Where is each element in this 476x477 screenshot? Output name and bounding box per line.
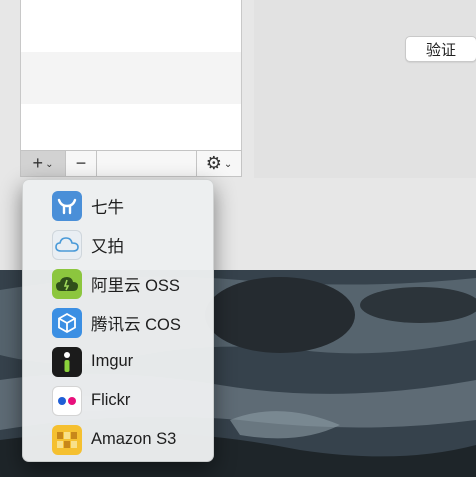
minus-icon: − (75, 153, 87, 173)
remove-host-button[interactable]: − (66, 151, 97, 176)
qiniu-icon (52, 190, 82, 221)
upyun-icon (52, 229, 82, 260)
menu-item-label: Imgur (91, 352, 134, 370)
menu-item-upyun[interactable]: 又拍 (23, 225, 213, 264)
tencent-cloud-icon (52, 307, 82, 338)
menu-item-qiniu[interactable]: 七牛 (23, 186, 213, 225)
menu-item-amazon-s3[interactable]: Amazon S3 (23, 420, 213, 459)
image-host-list[interactable] (20, 0, 242, 150)
gear-icon: ⚙ (205, 153, 222, 173)
menu-item-aliyun-oss[interactable]: 阿里云 OSS (23, 264, 213, 303)
chevron-down-icon: ⌄ (45, 159, 54, 170)
list-item[interactable] (21, 0, 241, 52)
menu-item-label: Flickr (91, 391, 131, 409)
menu-item-flickr[interactable]: Flickr (23, 381, 213, 420)
options-button[interactable]: ⚙ ⌄ (197, 151, 241, 176)
menu-item-tencent-cos[interactable]: 腾讯云 COS (23, 303, 213, 342)
menu-item-label: 腾讯云 COS (91, 315, 181, 334)
list-item[interactable] (21, 104, 241, 150)
menu-item-label: 又拍 (91, 237, 124, 256)
verify-button[interactable]: 验证 (405, 36, 476, 62)
menu-item-label: Amazon S3 (91, 430, 177, 448)
amazon-s3-icon (52, 424, 82, 455)
add-host-button[interactable]: + ⌄ (21, 151, 66, 176)
imgur-icon (52, 346, 82, 377)
list-item[interactable] (21, 52, 241, 104)
flickr-icon (52, 385, 82, 416)
detail-pane (254, 0, 476, 178)
host-type-menu: 七牛 又拍 阿里云 OSS 腾讯云 COS Imgur Flickr Amazo… (22, 179, 214, 462)
menu-item-label: 阿里云 OSS (91, 276, 180, 295)
plus-icon: + (32, 153, 44, 173)
menu-item-imgur[interactable]: Imgur (23, 342, 213, 381)
toolbar-spacer (97, 151, 197, 176)
aliyun-icon (52, 268, 82, 299)
chevron-down-icon: ⌄ (223, 159, 233, 170)
list-toolbar: + ⌄ − ⚙ ⌄ (20, 150, 242, 177)
menu-item-label: 七牛 (91, 198, 124, 217)
